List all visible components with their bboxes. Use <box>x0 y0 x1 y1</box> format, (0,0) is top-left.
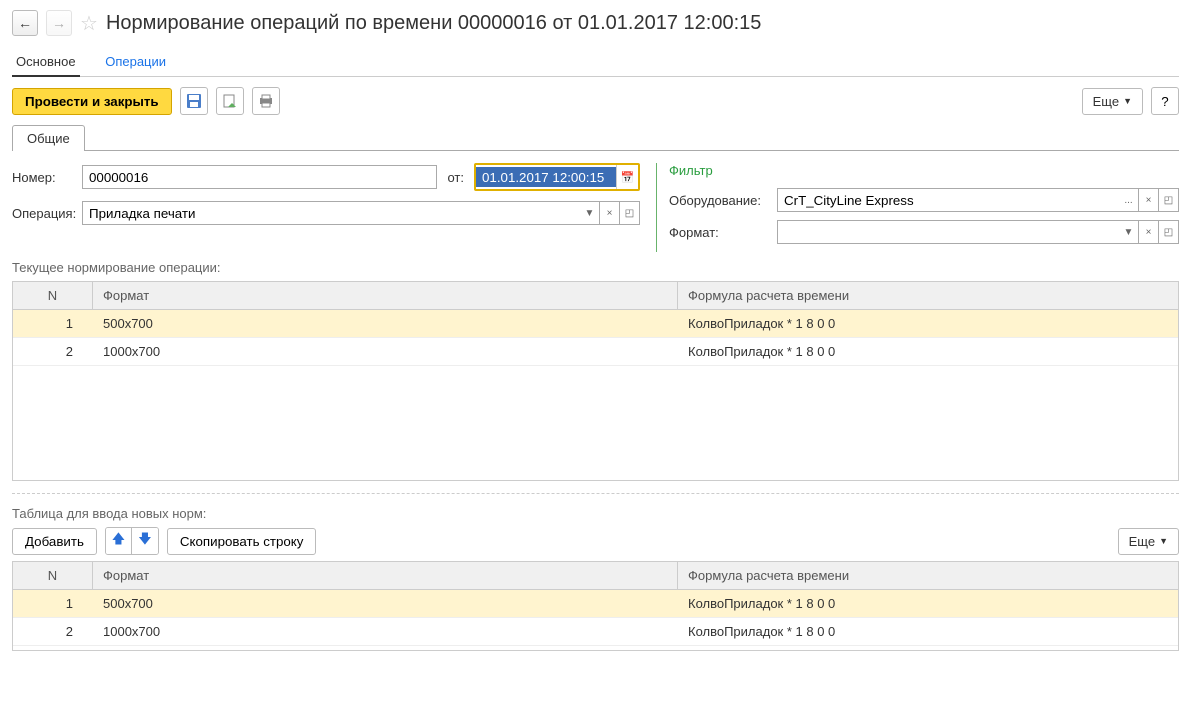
cell-formula: КолвоПриладок * 1 8 0 0 <box>678 338 1178 365</box>
current-section-label: Текущее нормирование операции: <box>12 260 1179 275</box>
number-input[interactable] <box>82 165 437 189</box>
current-grid: N Формат Формула расчета времени 1 500х7… <box>12 281 1179 481</box>
operation-dropdown-icon[interactable]: ▼ <box>580 201 600 225</box>
table-more-label: Еще <box>1129 534 1155 549</box>
format-input[interactable] <box>777 220 1119 244</box>
input-grid: N Формат Формула расчета времени 1 500х7… <box>12 561 1179 651</box>
number-label: Номер: <box>12 170 72 185</box>
move-up-button[interactable]: 🡅 <box>106 528 132 554</box>
col-header-formula[interactable]: Формула расчета времени <box>678 562 1178 589</box>
more-label: Еще <box>1093 94 1119 109</box>
cell-n: 1 <box>13 590 93 617</box>
equipment-label: Оборудование: <box>669 193 769 208</box>
tab-operations[interactable]: Операции <box>101 48 170 75</box>
nav-back-button[interactable]: ← <box>12 10 38 36</box>
copy-row-button[interactable]: Скопировать строку <box>167 528 317 555</box>
date-input[interactable] <box>476 167 616 187</box>
table-more-button[interactable]: Еще ▼ <box>1118 528 1179 555</box>
col-header-format[interactable]: Формат <box>93 282 678 309</box>
sub-tab-general[interactable]: Общие <box>12 125 85 151</box>
operation-label: Операция: <box>12 206 72 221</box>
input-section-label: Таблица для ввода новых норм: <box>12 506 1179 521</box>
post-and-close-button[interactable]: Провести и закрыть <box>12 88 172 115</box>
favorite-star-icon[interactable]: ☆ <box>80 11 98 36</box>
col-header-n[interactable]: N <box>13 282 93 309</box>
operation-clear-icon[interactable]: × <box>600 201 620 225</box>
section-separator <box>12 493 1179 494</box>
equipment-open-icon[interactable]: ◰ <box>1159 188 1179 212</box>
format-label: Формат: <box>669 225 769 240</box>
format-clear-icon[interactable]: × <box>1139 220 1159 244</box>
cell-format: 1000х700 <box>93 338 678 365</box>
operation-input[interactable] <box>82 201 580 225</box>
table-row[interactable]: 2 1000х700 КолвоПриладок * 1 8 0 0 <box>13 618 1178 646</box>
equipment-input[interactable] <box>777 188 1119 212</box>
page-title: Нормирование операций по времени 0000001… <box>106 12 761 35</box>
table-row[interactable]: 2 1000х700 КолвоПриладок * 1 8 0 0 <box>13 338 1178 366</box>
cell-formula: КолвоПриладок * 1 8 0 0 <box>678 618 1178 645</box>
calendar-icon[interactable]: 📅 <box>616 165 638 189</box>
cell-formula: КолвоПриладок * 1 8 0 0 <box>678 310 1178 337</box>
post-icon[interactable] <box>216 87 244 115</box>
col-header-n[interactable]: N <box>13 562 93 589</box>
format-open-icon[interactable]: ◰ <box>1159 220 1179 244</box>
equipment-select-icon[interactable]: ... <box>1119 188 1139 212</box>
cell-formula: КолвоПриладок * 1 8 0 0 <box>678 590 1178 617</box>
print-icon[interactable] <box>252 87 280 115</box>
cell-n: 2 <box>13 338 93 365</box>
col-header-formula[interactable]: Формула расчета времени <box>678 282 1178 309</box>
more-button[interactable]: Еще ▼ <box>1082 88 1143 115</box>
format-dropdown-icon[interactable]: ▼ <box>1119 220 1139 244</box>
filter-title: Фильтр <box>669 163 1179 178</box>
cell-format: 1000х700 <box>93 618 678 645</box>
nav-forward-button: → <box>46 10 72 36</box>
cell-format: 500х700 <box>93 310 678 337</box>
save-icon[interactable] <box>180 87 208 115</box>
chevron-down-icon: ▼ <box>1159 536 1168 546</box>
from-label: от: <box>447 170 464 185</box>
cell-format: 500х700 <box>93 590 678 617</box>
operation-open-icon[interactable]: ◰ <box>620 201 640 225</box>
table-row[interactable]: 1 500х700 КолвоПриладок * 1 8 0 0 <box>13 590 1178 618</box>
cell-n: 2 <box>13 618 93 645</box>
equipment-clear-icon[interactable]: × <box>1139 188 1159 212</box>
add-row-button[interactable]: Добавить <box>12 528 97 555</box>
cell-n: 1 <box>13 310 93 337</box>
col-header-format[interactable]: Формат <box>93 562 678 589</box>
move-down-button[interactable]: 🡇 <box>132 528 158 554</box>
table-row[interactable]: 1 500х700 КолвоПриладок * 1 8 0 0 <box>13 310 1178 338</box>
chevron-down-icon: ▼ <box>1123 96 1132 106</box>
tab-main[interactable]: Основное <box>12 48 80 77</box>
help-button[interactable]: ? <box>1151 87 1179 115</box>
